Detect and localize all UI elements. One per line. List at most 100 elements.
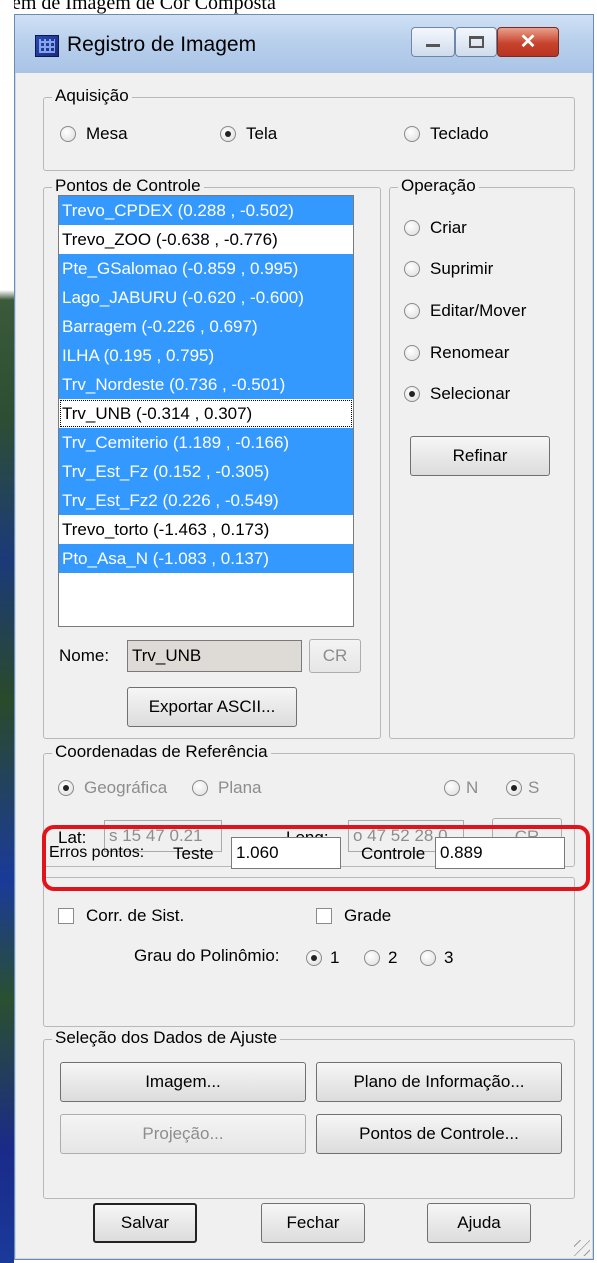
nome-cr-button[interactable]: CR	[309, 639, 361, 673]
registro-imagem-dialog: Registro de Imagem ✕ Aquisição Mesa Tela…	[14, 14, 594, 1260]
radio-teclado-circle	[404, 126, 420, 142]
coordenadas-legend: Coordenadas de Referência	[52, 742, 271, 762]
radio-grau-3[interactable]: 3	[420, 948, 453, 968]
radio-grau-3-label: 3	[444, 948, 454, 967]
radio-editar-circle	[404, 303, 420, 319]
radio-geografica-label: Geográfica	[84, 778, 168, 797]
radio-tela-circle	[220, 126, 236, 142]
list-item[interactable]: Trevo_ZOO (-0.638 , -0.776)	[59, 225, 353, 254]
salvar-button[interactable]: Salvar	[93, 1203, 197, 1243]
grade-box	[316, 908, 332, 924]
close-icon: ✕	[519, 31, 537, 53]
aquisicao-group: Aquisição Mesa Tela Teclado	[43, 86, 575, 171]
radio-grau-2[interactable]: 2	[364, 948, 397, 968]
list-item[interactable]: Pto_Asa_N (-1.083 , 0.137)	[59, 544, 353, 573]
radio-tela-label: Tela	[246, 124, 278, 143]
radio-teclado[interactable]: Teclado	[404, 124, 489, 144]
corr-sist-checkbox[interactable]: Corr. de Sist.	[58, 906, 184, 926]
list-item[interactable]: Trevo_torto (-1.463 , 0.173)	[59, 515, 353, 544]
radio-s-circle	[506, 780, 522, 796]
radio-plana-circle	[192, 780, 208, 796]
radio-mesa-label: Mesa	[86, 124, 128, 143]
radio-suprimir[interactable]: Suprimir	[404, 259, 493, 279]
resize-grip[interactable]	[574, 1240, 590, 1256]
list-item[interactable]: Trv_Est_Fz (0.152 , -0.305)	[59, 457, 353, 486]
radio-grau-3-circle	[420, 950, 436, 966]
radio-mesa-circle	[60, 126, 76, 142]
minimize-button[interactable]	[411, 27, 455, 57]
erros-highlight-box	[42, 825, 590, 891]
radio-selecionar-circle	[404, 386, 420, 402]
list-item[interactable]: Trv_Est_Fz2 (0.226 , -0.549)	[59, 486, 353, 515]
aquisicao-legend: Aquisição	[52, 86, 132, 106]
radio-n[interactable]: N	[444, 778, 478, 798]
radio-grau-1[interactable]: 1	[306, 948, 339, 968]
document-caption: gem de Imagem de Cor Composta	[2, 0, 276, 14]
operacao-legend: Operação	[398, 176, 479, 196]
grau-polinomio-label: Grau do Polinômio:	[134, 946, 280, 965]
exportar-ascii-button[interactable]: Exportar ASCII...	[127, 687, 297, 727]
selecao-group: Seleção dos Dados de Ajuste Imagem... Pl…	[43, 1028, 575, 1199]
radio-grau-1-circle	[306, 950, 322, 966]
radio-selecionar[interactable]: Selecionar	[404, 384, 510, 404]
list-item[interactable]: ILHA (0.195 , 0.795)	[59, 341, 353, 370]
radio-suprimir-circle	[404, 261, 420, 277]
list-item[interactable]: Trv_UNB (-0.314 , 0.307)	[59, 399, 353, 428]
radio-suprimir-label: Suprimir	[430, 259, 494, 278]
nome-field[interactable]: Trv_UNB	[127, 640, 302, 672]
ajuste-group: Corr. de Sist. Grade Grau do Polinômio: …	[43, 877, 575, 1027]
pontos-legend: Pontos de Controle	[52, 176, 204, 196]
selecao-legend: Seleção dos Dados de Ajuste	[52, 1028, 281, 1048]
minimize-icon	[426, 44, 440, 47]
radio-criar[interactable]: Criar	[404, 218, 467, 238]
radio-renomear-circle	[404, 345, 420, 361]
app-icon	[35, 35, 59, 57]
refinar-button[interactable]: Refinar	[410, 436, 550, 476]
imagem-button[interactable]: Imagem...	[60, 1062, 306, 1102]
radio-tela[interactable]: Tela	[220, 124, 277, 144]
radio-renomear-label: Renomear	[430, 343, 510, 362]
corr-sist-label: Corr. de Sist.	[86, 906, 185, 925]
radio-geografica[interactable]: Geográfica	[58, 778, 167, 798]
radio-mesa[interactable]: Mesa	[60, 124, 128, 144]
plano-informacao-button[interactable]: Plano de Informação...	[316, 1062, 562, 1102]
list-item[interactable]: Lago_JABURU (-0.620 , -0.600)	[59, 283, 353, 312]
list-item[interactable]: Barragem (-0.226 , 0.697)	[59, 312, 353, 341]
grade-label: Grade	[344, 906, 392, 925]
list-item[interactable]: Trv_Nordeste (0.736 , -0.501)	[59, 370, 353, 399]
pontos-controle-list[interactable]: Trevo_CPDEX (0.288 , -0.502) Trevo_ZOO (-…	[58, 195, 354, 627]
radio-renomear[interactable]: Renomear	[404, 343, 509, 363]
list-item[interactable]: Pte_GSalomao (-0.859 , 0.995)	[59, 254, 353, 283]
maximize-icon	[469, 36, 484, 48]
title-bar[interactable]: Registro de Imagem ✕	[15, 15, 593, 73]
maximize-button[interactable]	[455, 27, 497, 57]
radio-grau-2-circle	[364, 950, 380, 966]
radio-s[interactable]: S	[506, 778, 539, 798]
background-map-strip	[0, 0, 14, 1263]
radio-criar-circle	[404, 220, 420, 236]
radio-n-circle	[444, 780, 460, 796]
radio-s-label: S	[528, 778, 540, 797]
radio-selecionar-label: Selecionar	[430, 384, 511, 403]
radio-teclado-label: Teclado	[430, 124, 489, 143]
radio-plana[interactable]: Plana	[192, 778, 261, 798]
radio-plana-label: Plana	[218, 778, 262, 797]
operacao-group: Operação Criar Suprimir Editar/Mover Ren…	[389, 176, 575, 739]
list-item[interactable]: Trevo_CPDEX (0.288 , -0.502)	[59, 196, 353, 225]
ajuda-button[interactable]: Ajuda	[427, 1203, 531, 1243]
pontos-controle-button[interactable]: Pontos de Controle...	[316, 1114, 562, 1154]
radio-geografica-circle	[58, 780, 74, 796]
close-button[interactable]: ✕	[497, 27, 559, 57]
corr-sist-box	[58, 908, 74, 924]
list-item[interactable]: Trv_Cemiterio (1.189 , -0.166)	[59, 428, 353, 457]
radio-grau-2-label: 2	[388, 948, 398, 967]
grade-checkbox[interactable]: Grade	[316, 906, 391, 926]
radio-editar-mover[interactable]: Editar/Mover	[404, 301, 526, 321]
radio-editar-label: Editar/Mover	[430, 301, 527, 320]
fechar-button[interactable]: Fechar	[261, 1203, 365, 1243]
radio-n-label: N	[466, 778, 479, 797]
radio-grau-1-label: 1	[330, 948, 340, 967]
nome-label: Nome:	[59, 646, 110, 665]
window-title: Registro de Imagem	[67, 33, 257, 56]
projecao-button[interactable]: Projeção...	[60, 1114, 306, 1154]
